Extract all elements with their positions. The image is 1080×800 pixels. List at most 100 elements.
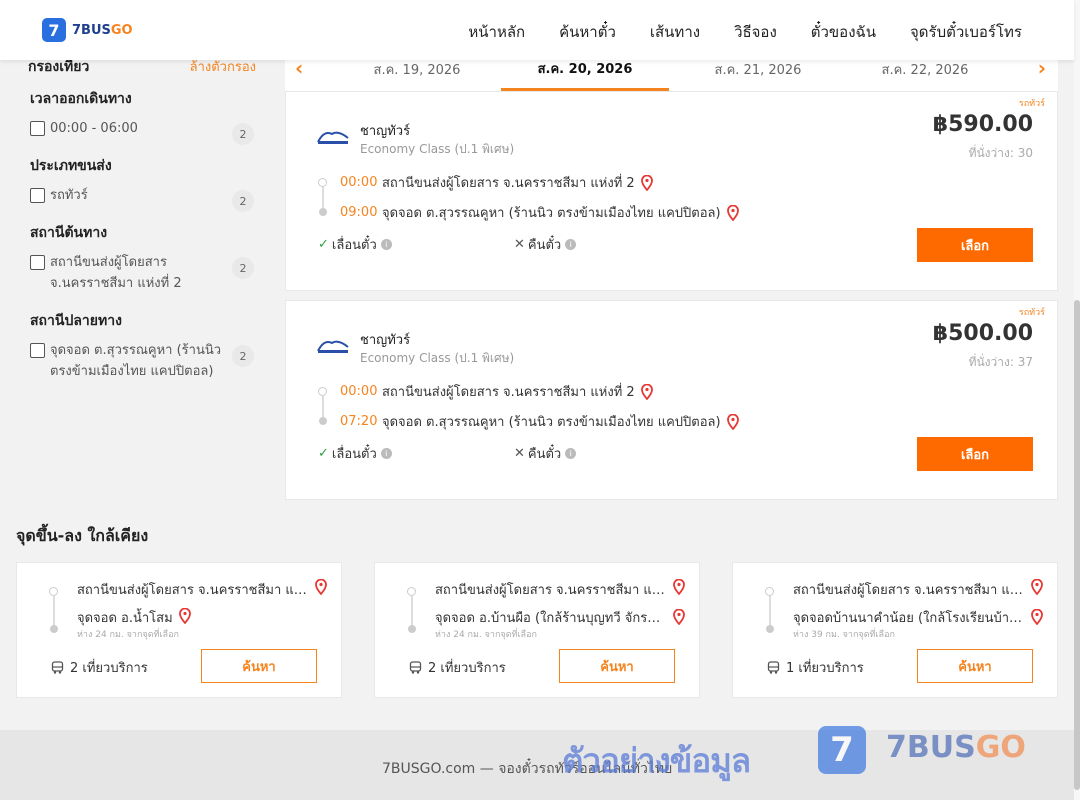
filter-group-title-destination: สถานีปลายทาง xyxy=(30,313,122,329)
filter-option-transport-type[interactable]: รถทัวร์ 2 xyxy=(30,187,256,212)
map-pin-icon[interactable] xyxy=(673,579,685,595)
filter-count-badge: 2 xyxy=(232,345,254,367)
map-pin-icon[interactable] xyxy=(315,579,327,595)
map-pin-icon[interactable] xyxy=(673,609,685,625)
nav-pickup-points[interactable]: จุดรับตั๋วเบอร์โทร xyxy=(910,20,1022,44)
filter-option-label: สถานีขนส่งผู้โดยสาร จ.นครราชสีมา แห่งที่… xyxy=(50,255,182,291)
filter-count-badge: 2 xyxy=(232,257,254,279)
route-timeline xyxy=(318,387,328,427)
nav-search-tickets[interactable]: ค้นหาตั๋ว xyxy=(559,20,616,44)
nearby-trip-count: 2 เที่ยวบริการ xyxy=(409,657,506,678)
filter-option-origin[interactable]: สถานีขนส่งผู้โดยสาร จ.นครราชสีมา แห่งที่… xyxy=(30,254,256,294)
nearby-destination: จุดจอด อ.บ้านผือ (ใกล้ร้านบุญทวี จักรยาน… xyxy=(435,611,667,626)
filter-option-label: จุดจอด ต.สุวรรณคูหา (ร้านนิว ตรงข้ามเมือ… xyxy=(50,343,222,379)
checkbox[interactable] xyxy=(30,255,45,270)
nearby-origin: สถานีขนส่งผู้โดยสาร จ.นครราชสีมา แห่งที่… xyxy=(435,583,667,598)
trip-price: ฿590.00 xyxy=(932,112,1033,137)
page-scrollbar[interactable] xyxy=(1074,0,1080,800)
sample-data-watermark: ตัวอย่างข้อมูล xyxy=(562,741,751,780)
logo-mark: 7 xyxy=(42,18,66,42)
top-header: 7 7BUSGO หน้าหลัก ค้นหาตั๋ว เส้นทาง วิธี… xyxy=(0,0,1074,60)
nearby-search-button[interactable]: ค้นหา xyxy=(201,649,317,683)
map-pin-icon[interactable] xyxy=(726,204,739,221)
departure-time: 00:00 xyxy=(340,384,378,399)
checkbox[interactable] xyxy=(30,343,45,358)
seats-available: ที่นั่งว่าง: 37 xyxy=(968,355,1033,369)
nav-my-tickets[interactable]: ตั๋วของฉัน xyxy=(811,20,876,44)
watermark-logo-mark: 7 xyxy=(818,726,866,774)
info-icon[interactable]: i xyxy=(380,239,392,250)
vehicle-type-tag: รถทัวร์ xyxy=(1018,99,1045,109)
destination-dot xyxy=(766,625,774,633)
nav-routes[interactable]: เส้นทาง xyxy=(650,20,700,44)
filter-option-destination[interactable]: จุดจอด ต.สุวรรณคูหา (ร้านนิว ตรงข้ามเมือ… xyxy=(30,342,256,382)
refund-policy: ✕ คืนตั๋ว i xyxy=(514,443,577,464)
map-pin-icon[interactable] xyxy=(178,608,191,624)
destination-dot xyxy=(319,208,327,216)
map-pin-icon[interactable] xyxy=(1031,579,1043,595)
arrival-stop: 07:20 จุดจอด ต.สุวรรณคูหา (ร้านนิว ตรงข้… xyxy=(340,411,739,432)
refund-label: คืนตั๋ว xyxy=(527,238,562,253)
departure-station: สถานีขนส่งผู้โดยสาร จ.นครราชสีมา แห่งที่… xyxy=(382,176,635,191)
bus-icon xyxy=(767,661,780,674)
check-icon: ✓ xyxy=(318,446,329,461)
site-logo[interactable]: 7 7BUSGO xyxy=(42,18,133,42)
arrival-stop: 09:00 จุดจอด ต.สุวรรณคูหา (ร้านนิว ตรงข้… xyxy=(340,202,739,223)
nearby-origin: สถานีขนส่งผู้โดยสาร จ.นครราชสีมา แห่งที่… xyxy=(793,583,1025,598)
info-icon[interactable]: i xyxy=(565,239,577,250)
arrival-station: จุดจอด ต.สุวรรณคูหา (ร้านนิว ตรงข้ามเมือ… xyxy=(382,206,721,221)
operator-name: ชาญทัวร์ xyxy=(360,333,411,348)
postpone-label: เลื่อนตั๋ว xyxy=(331,447,377,462)
filter-count-badge: 2 xyxy=(232,123,254,145)
logo-text: 7BUSGO xyxy=(72,22,133,38)
map-pin-icon[interactable] xyxy=(1031,609,1043,625)
filter-group-title-transport-type: ประเภทขนส่ง xyxy=(30,158,112,174)
destination-dot xyxy=(50,625,58,633)
watermark-brand: 7BUSGO xyxy=(886,730,1026,765)
nearby-distance: ห่าง 24 กม. จากจุดที่เลือก xyxy=(435,630,537,640)
cross-icon: ✕ xyxy=(514,446,525,461)
nearby-trip-count: 2 เที่ยวบริการ xyxy=(51,657,148,678)
filter-option-departure-time[interactable]: 00:00 - 06:00 2 xyxy=(30,120,256,145)
checkbox[interactable] xyxy=(30,188,45,203)
arrival-station: จุดจอด ต.สุวรรณคูหา (ร้านนิว ตรงข้ามเมือ… xyxy=(382,415,721,430)
nearby-trip-count: 1 เที่ยวบริการ xyxy=(767,657,864,678)
nearby-destination: จุดจอดบ้านนาคำน้อย (ใกล้โรงเรียนบ้านนาคำ… xyxy=(793,611,1025,626)
nearby-search-button[interactable]: ค้นหา xyxy=(917,649,1033,683)
refund-policy: ✕ คืนตั๋ว i xyxy=(514,234,577,255)
origin-dot xyxy=(765,587,774,596)
route-timeline xyxy=(407,587,417,635)
nearby-section-title: จุดขึ้น-ลง ใกล้เคียง xyxy=(16,526,149,545)
info-icon[interactable]: i xyxy=(380,448,392,459)
timeline-line xyxy=(322,187,324,209)
filter-group-title-origin: สถานีต้นทาง xyxy=(30,225,108,241)
main-nav: หน้าหลัก ค้นหาตั๋ว เส้นทาง วิธีจอง ตั๋วข… xyxy=(434,20,1022,44)
select-trip-button[interactable]: เลือก xyxy=(917,437,1033,471)
nearby-distance: ห่าง 39 กม. จากจุดที่เลือก xyxy=(793,630,895,640)
nav-how-to-book[interactable]: วิธีจอง xyxy=(734,20,777,44)
service-class: Economy Class (ป.1 พิเศษ) xyxy=(360,142,515,156)
scrollbar-thumb[interactable] xyxy=(1074,300,1080,790)
postpone-label: เลื่อนตั๋ว xyxy=(331,238,377,253)
timeline-line xyxy=(53,596,55,626)
map-pin-icon[interactable] xyxy=(726,413,739,430)
operator-logo xyxy=(317,131,349,144)
checkbox[interactable] xyxy=(30,121,45,136)
bus-icon xyxy=(51,661,64,674)
trip-price: ฿500.00 xyxy=(932,321,1033,346)
departure-stop: 00:00 สถานีขนส่งผู้โดยสาร จ.นครราชสีมา แ… xyxy=(340,381,653,402)
nearby-card: สถานีขนส่งผู้โดยสาร จ.นครราชสีมา แห่งที่… xyxy=(16,562,342,698)
departure-station: สถานีขนส่งผู้โดยสาร จ.นครราชสีมา แห่งที่… xyxy=(382,385,635,400)
filter-option-label: รถทัวร์ xyxy=(50,188,88,203)
map-pin-icon[interactable] xyxy=(640,383,653,400)
trip-card: รถทัวร์ ชาญทัวร์ Economy Class (ป.1 พิเศ… xyxy=(285,300,1058,500)
destination-dot xyxy=(408,625,416,633)
departure-time: 00:00 xyxy=(340,175,378,190)
postpone-policy: ✓ เลื่อนตั๋ว i xyxy=(318,234,392,255)
info-icon[interactable]: i xyxy=(565,448,577,459)
nearby-search-button[interactable]: ค้นหา xyxy=(559,649,675,683)
arrival-time: 09:00 xyxy=(340,205,378,220)
map-pin-icon[interactable] xyxy=(640,174,653,191)
nav-home[interactable]: หน้าหลัก xyxy=(468,20,525,44)
select-trip-button[interactable]: เลือก xyxy=(917,228,1033,262)
